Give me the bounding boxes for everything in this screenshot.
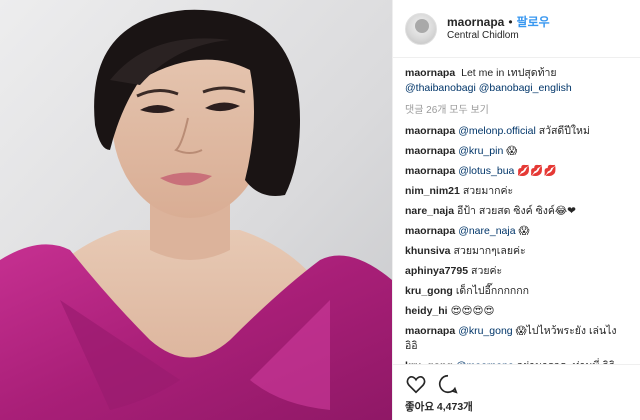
post-location[interactable]: Central Chidlom [447, 30, 550, 43]
comment-text: สวยค่ะ [471, 265, 503, 277]
instagram-post-window: maornapa • 팔로우 Central Chidlom maornapa … [0, 0, 640, 420]
caption-mention[interactable]: @thaibanobagi [405, 82, 476, 94]
comment-mention[interactable]: @nare_naja [458, 225, 515, 237]
comments-list: maornapa Let me in เทปสุดท้าย @thaibanob… [393, 58, 640, 364]
comment-row: khunsiva สวยมากๆเลยค่ะ [405, 244, 629, 259]
comment-row: maornapa @lotus_bua 💋💋💋 [405, 164, 629, 179]
comment-text: 😱 [506, 145, 518, 157]
heart-icon[interactable] [405, 373, 427, 395]
comment-username[interactable]: maornapa [405, 325, 455, 337]
comment-icon[interactable] [437, 373, 459, 395]
comment-username[interactable]: maornapa [405, 225, 455, 237]
comment-text: อีป้า สวยสด ซิงค์ ซิงค์😂❤ [457, 205, 576, 217]
comment-username[interactable]: nim_nim21 [405, 185, 460, 197]
comment-text: สวยมากๆเลยค่ะ [453, 245, 526, 257]
post-photo[interactable] [0, 0, 392, 420]
comment-rows: maornapa @melonp.official สวัสดีปีใหม่ mao… [405, 124, 629, 364]
comment-mention[interactable]: @kru_gong [458, 325, 512, 337]
comment-row: maornapa @nare_naja 😱 [405, 224, 629, 239]
post-footer: 좋아요 4,473개 [393, 364, 640, 420]
caption-text: Let me in เทปสุดท้าย [461, 67, 557, 79]
comment-row: nare_naja อีป้า สวยสด ซิงค์ ซิงค์😂❤ [405, 204, 629, 219]
comment-row: aphinya7795 สวยค่ะ [405, 264, 629, 279]
comment-username[interactable]: nare_naja [405, 205, 454, 217]
post-username[interactable]: maornapa [447, 15, 504, 30]
caption-mention[interactable]: @banobagi_english [479, 82, 572, 94]
comment-mention[interactable]: @melonp.official [458, 125, 536, 137]
comment-mention[interactable]: @lotus_bua [458, 165, 514, 177]
comment-text: 😱 [518, 225, 530, 237]
comment-username[interactable]: maornapa [405, 125, 455, 137]
post-header: maornapa • 팔로우 Central Chidlom [393, 0, 640, 58]
comment-row: heidy_hi 😍😍😍😍 [405, 304, 629, 319]
comment-username[interactable]: kru_gong [405, 285, 453, 297]
comment-row: maornapa @kru_gong 😱ไปไหว้พระยัง เล่นไงอิ… [405, 324, 629, 354]
separator-dot: • [508, 14, 513, 29]
comment-text: 💋💋💋 [517, 165, 557, 177]
view-all-comments-link[interactable]: 댓글 26개 모두 보기 [405, 101, 629, 116]
comment-text: สวยมากค่ะ [462, 185, 514, 197]
comment-row: kru_gong เด็กไปอี๊กกกกกก [405, 284, 629, 299]
follow-button[interactable]: 팔로우 [517, 15, 550, 30]
comment-username[interactable]: heidy_hi [405, 305, 448, 317]
header-row: maornapa • 팔로우 [447, 15, 550, 30]
comment-row: nim_nim21 สวยมากค่ะ [405, 184, 629, 199]
comment-username[interactable]: khunsiva [405, 245, 451, 257]
comment-text: เด็กไปอี๊กกกกกก [455, 285, 530, 297]
portrait-illustration [0, 0, 392, 420]
avatar[interactable] [405, 12, 437, 45]
comment-mention[interactable]: @kru_pin [458, 145, 503, 157]
comment-row: maornapa @melonp.official สวัสดีปีใหม่ [405, 124, 629, 139]
caption-username[interactable]: maornapa [405, 67, 455, 79]
comment-username[interactable]: maornapa [405, 145, 455, 157]
comment-username[interactable]: maornapa [405, 165, 455, 177]
comment-text: สวัสดีปีใหม่ [538, 125, 590, 137]
comment-row: maornapa @kru_pin 😱 [405, 144, 629, 159]
caption: maornapa Let me in เทปสุดท้าย @thaibanob… [405, 66, 629, 96]
action-bar [405, 373, 629, 395]
likes-count[interactable]: 좋아요 4,473개 [405, 399, 629, 414]
comment-username[interactable]: aphinya7795 [405, 265, 468, 277]
post-side-panel: maornapa • 팔로우 Central Chidlom maornapa … [392, 0, 640, 420]
header-text: maornapa • 팔로우 Central Chidlom [447, 15, 550, 43]
comment-text: 😍😍😍😍 [450, 305, 495, 317]
